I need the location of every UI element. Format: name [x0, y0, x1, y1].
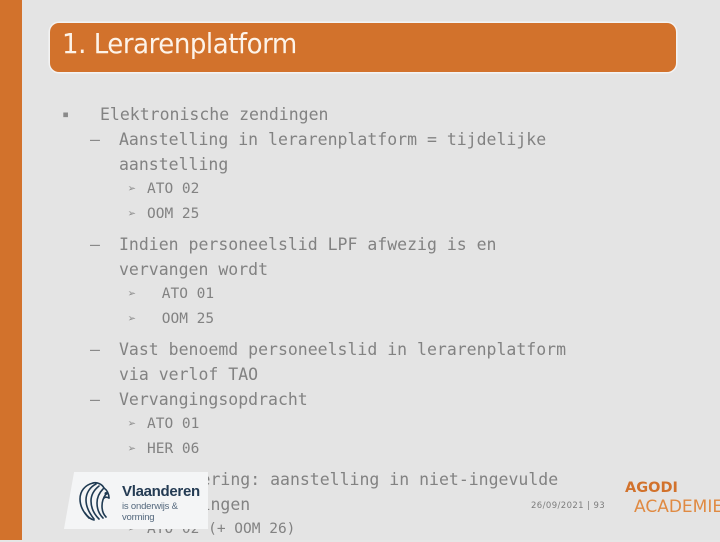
list-item: ➢ OOM 25	[22, 307, 720, 332]
list-item: ▪ Elektronische zendingen	[22, 102, 720, 127]
list-item: – Aanstelling in lerarenplatform = tijdel…	[22, 127, 720, 152]
square-bullet-icon: ▪	[62, 107, 70, 121]
agodi-label: AGODI	[625, 480, 678, 496]
list-item: – Vast benoemd personeelslid in lerarenpl…	[22, 337, 720, 362]
list-item-label: Aanstelling in lerarenplatform = tijdeli…	[119, 130, 547, 149]
list-item: – Vervangingsopdracht	[22, 387, 720, 412]
slide-canvas: 1. Lerarenplatform ▪ Elektronische zendin…	[22, 0, 720, 540]
list-item-label: ATO 02	[147, 181, 200, 197]
list-item-label: OOM 25	[153, 311, 215, 327]
dash-bullet-icon: –	[90, 235, 100, 254]
list-item: vervangen wordt	[22, 257, 720, 282]
list-item-label: ATO 01	[147, 416, 200, 432]
academie-label: ACADEMIE	[634, 497, 720, 517]
left-accent-bar	[0, 0, 22, 540]
arrow-bullet-icon: ➢	[128, 311, 137, 327]
vlaanderen-wordmark: Vlaanderen	[122, 483, 200, 500]
list-item-label: OOM 25	[147, 206, 200, 222]
list-item-label: aanstelling	[119, 155, 229, 174]
arrow-bullet-icon: ➢	[128, 286, 137, 302]
page-title: 1. Lerarenplatform	[62, 27, 297, 60]
list-item-label: HER 06	[147, 441, 200, 457]
footer-date-and-page: 26/09/2021 | 93	[531, 501, 606, 511]
agodi-academie-wordmark: AGODI ACADEMIE	[625, 480, 720, 517]
arrow-bullet-icon: ➢	[128, 206, 137, 222]
list-item: ➢ ATO 01	[22, 282, 720, 307]
list-item: ➢ OOM 25	[22, 202, 720, 227]
list-item-label: via verlof TAO	[119, 365, 259, 384]
flemish-lion-icon	[79, 481, 110, 521]
vlaanderen-tagline: is onderwijs & vorming	[122, 501, 178, 523]
list-item-label: Vast benoemd personeelslid in lerarenpla…	[119, 340, 567, 359]
list-item-label: Elektronische zendingen	[100, 105, 329, 124]
list-item: aanstelling	[22, 152, 720, 177]
list-item: – Indien personeelslid LPF afwezig is en	[22, 232, 720, 257]
list-item: ➢ ATO 01	[22, 412, 720, 437]
list-item-label: Indien personeelslid LPF afwezig is en	[119, 235, 497, 254]
list-item-label: ATO 01	[153, 286, 215, 302]
dash-bullet-icon: –	[90, 390, 100, 409]
arrow-bullet-icon: ➢	[128, 181, 137, 197]
dash-bullet-icon: –	[90, 130, 100, 149]
vlaanderen-logo: Vlaanderen is onderwijs & vorming	[64, 472, 208, 529]
list-item: ➢ ATO 02	[22, 177, 720, 202]
arrow-bullet-icon: ➢	[128, 441, 137, 457]
list-item-label: Vervangingsopdracht	[119, 390, 308, 409]
list-item-label: vervangen wordt	[119, 260, 269, 279]
arrow-bullet-icon: ➢	[128, 416, 137, 432]
dash-bullet-icon: –	[90, 340, 100, 359]
list-item: via verlof TAO	[22, 362, 720, 387]
slide-title-banner: 1. Lerarenplatform	[50, 23, 676, 72]
list-item: ➢ HER 06	[22, 437, 720, 462]
